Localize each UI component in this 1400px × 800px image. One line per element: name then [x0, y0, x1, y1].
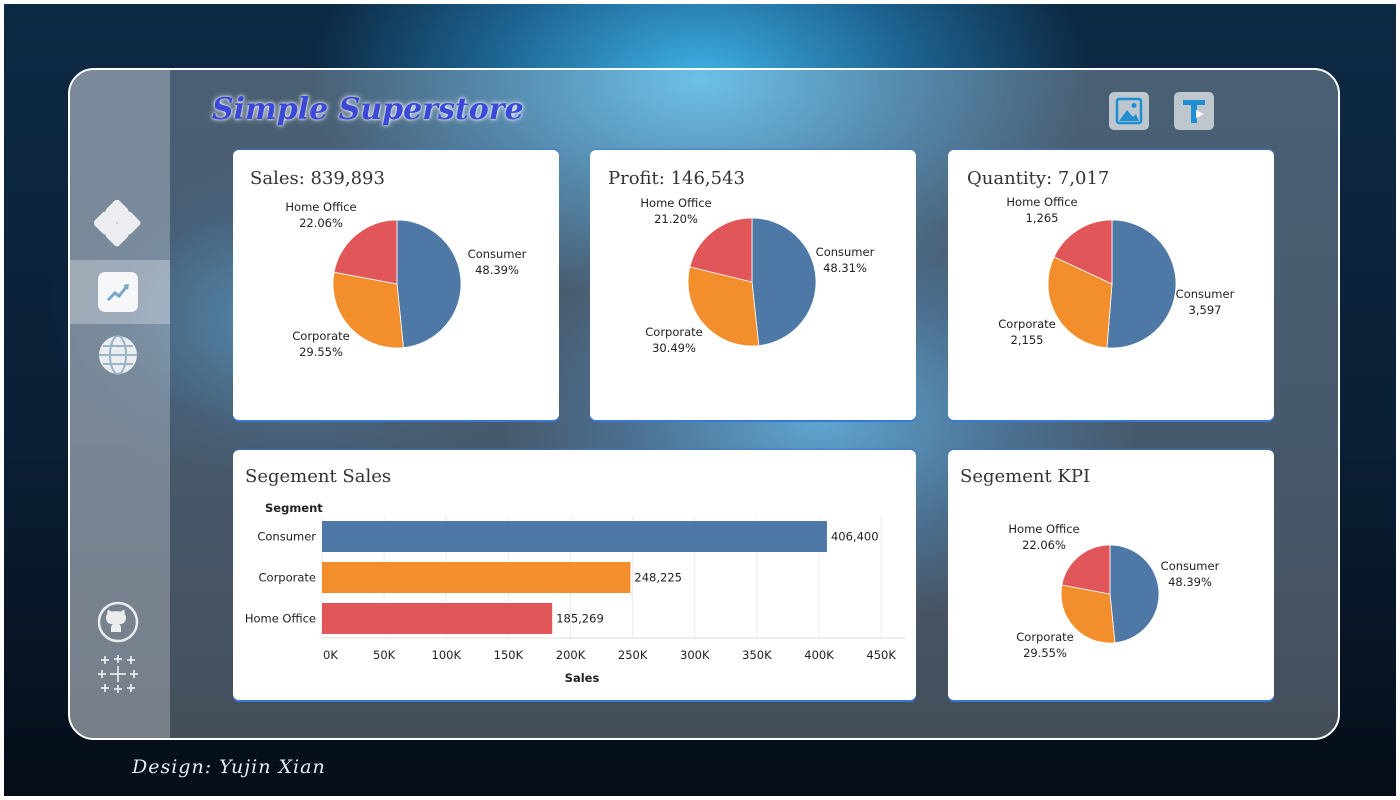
- bar-home-office[interactable]: [322, 603, 553, 634]
- pie-label-category: Home Office: [285, 200, 356, 214]
- x-tick-label: 300K: [680, 648, 710, 662]
- pie-slice-consumer[interactable]: [751, 217, 817, 347]
- x-tick-label: 150K: [494, 648, 524, 662]
- image-button[interactable]: [1109, 92, 1149, 130]
- x-tick-label: 0K: [323, 648, 338, 662]
- row-header: Segment: [265, 501, 323, 515]
- filter-icon: [1183, 100, 1205, 123]
- tableau-sparkle-icon[interactable]: [97, 654, 139, 694]
- globe-icon[interactable]: [97, 334, 139, 376]
- pie-slice-consumer[interactable]: [1106, 219, 1177, 349]
- profit-pie-chart: Consumer 48.31% Corporate 30.49% Home Office…: [640, 196, 875, 355]
- sales-pie-chart: Consumer 48.39% Corporate 29.55% Home Office…: [285, 200, 527, 359]
- trend-chart-icon[interactable]: [97, 271, 139, 313]
- pie-slice-home-office[interactable]: [333, 219, 398, 285]
- x-tick-label: 400K: [804, 648, 834, 662]
- github-icon[interactable]: [97, 601, 139, 643]
- bar-consumer[interactable]: [322, 521, 827, 552]
- x-tick-label: 50K: [373, 648, 396, 662]
- profit-card: Profit: 146,543 Consumer 48.31% Corporate 3…: [590, 150, 916, 420]
- quantity-pie-chart: Consumer 3,597 Corporate 2,155 Home Office 1,…: [998, 195, 1235, 349]
- pie-label-category: Consumer: [1176, 287, 1235, 301]
- bar-value-label: 185,269: [556, 612, 604, 626]
- x-tick-label: 200K: [556, 648, 586, 662]
- pie-label-value: 48.31%: [823, 261, 867, 275]
- pie-label-category: Consumer: [816, 245, 875, 259]
- pie-label-category: Home Office: [1008, 522, 1079, 536]
- image-icon: [1115, 97, 1143, 125]
- bar-value-label: 406,400: [831, 530, 879, 544]
- pie-label-category: Home Office: [1006, 195, 1077, 209]
- x-tick-label: 250K: [618, 648, 648, 662]
- pie-label-value: 29.55%: [1023, 646, 1067, 660]
- pie-label-value: 48.39%: [1168, 575, 1212, 589]
- pie-label-category: Corporate: [292, 329, 350, 343]
- pie-label-value: 21.20%: [654, 212, 698, 226]
- segment-kpi-pie-chart: Consumer 48.39% Corporate 29.55% Home Office…: [1008, 522, 1220, 660]
- pie-label-value: 30.49%: [652, 341, 696, 355]
- pie-label-value: 29.55%: [299, 345, 343, 359]
- pie-label-value: 22.06%: [299, 216, 343, 230]
- pie-label-category: Consumer: [1161, 559, 1220, 573]
- segment-sales-bar-chart: Segment Consumer 406,400 Corporate 248,225 Ho…: [245, 501, 906, 685]
- pie-label-value: 48.39%: [475, 263, 519, 277]
- quantity-card: Quantity: 7,017 Consumer 3,597 Corporate 2,…: [948, 150, 1274, 420]
- x-tick-label: 450K: [866, 648, 896, 662]
- pie-label-category: Consumer: [468, 247, 527, 261]
- category-label: Home Office: [245, 612, 316, 626]
- x-tick-label: 350K: [742, 648, 772, 662]
- category-label: Corporate: [259, 571, 317, 585]
- pie-slice-consumer[interactable]: [396, 219, 462, 349]
- pie-label-category: Corporate: [1016, 630, 1074, 644]
- pie-label-value: 3,597: [1189, 303, 1222, 317]
- segment-kpi-card: Segement KPI Consumer 48.39% Corporate 29.5…: [948, 450, 1274, 700]
- pie-label-value: 22.06%: [1022, 538, 1066, 552]
- app-title: Simple Superstore: [212, 92, 524, 127]
- designer-credit: Design: Yujin Xian: [132, 756, 326, 778]
- pie-label-category: Corporate: [998, 317, 1056, 331]
- pie-label-category: Home Office: [640, 196, 711, 210]
- tableau-logo-icon[interactable]: [94, 200, 146, 250]
- pie-label-category: Corporate: [645, 325, 703, 339]
- sales-card: Sales: 839,893 Consumer 48.39% Corporate 29…: [233, 150, 559, 420]
- bar-value-label: 248,225: [634, 571, 682, 585]
- filter-button[interactable]: [1174, 92, 1214, 130]
- category-label: Consumer: [257, 530, 316, 544]
- x-axis-title: Sales: [565, 671, 600, 685]
- pie-label-value: 2,155: [1011, 333, 1044, 347]
- pie-label-value: 1,265: [1026, 211, 1059, 225]
- x-tick-label: 100K: [432, 648, 462, 662]
- pie-slice-home-office[interactable]: [1061, 544, 1111, 595]
- pie-slice-consumer[interactable]: [1109, 544, 1160, 644]
- bar-corporate[interactable]: [322, 562, 631, 593]
